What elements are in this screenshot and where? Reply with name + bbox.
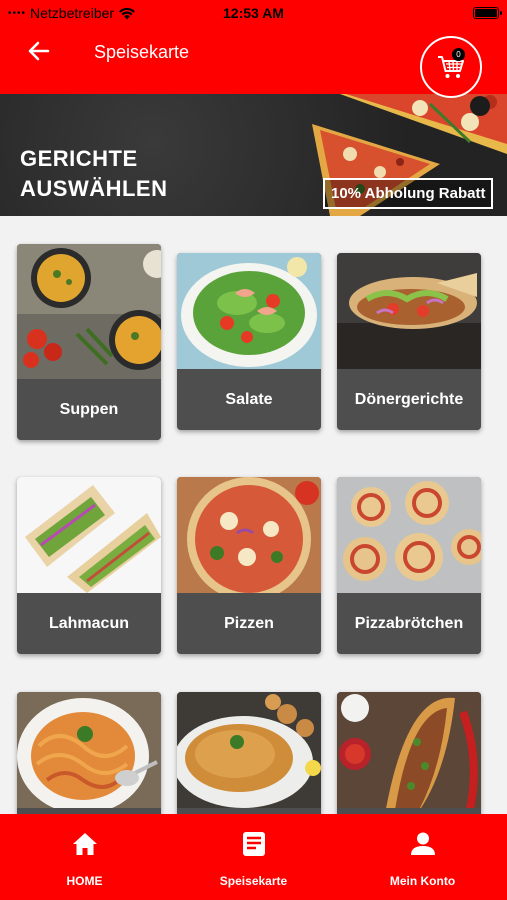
category-label: Lahmacun: [17, 593, 161, 654]
banner-heading: GERICHTE AUSWÄHLEN: [20, 144, 168, 204]
promo-badge: 10% Abholung Rabatt: [323, 178, 494, 209]
home-icon: [72, 830, 98, 858]
schnitzel-image: [177, 692, 321, 814]
page-title: Speisekarte: [94, 42, 190, 62]
user-icon: [410, 830, 436, 858]
category-label: Suppen: [17, 379, 161, 440]
menu-icon: [242, 830, 266, 858]
category-card-pide[interactable]: [337, 692, 481, 814]
category-card-doenergerichte[interactable]: Dönergerichte: [337, 253, 481, 430]
lahmacun-image: [17, 477, 161, 593]
pide-image: [337, 692, 481, 814]
nav-item-mein-konto[interactable]: Mein Konto: [338, 814, 507, 900]
category-card-pasta[interactable]: [17, 692, 161, 814]
status-bar: •••• Netzbetreiber 12:53 AM: [0, 0, 507, 26]
cart-button[interactable]: 0: [420, 36, 482, 98]
category-grid: Suppen Salate Dönergerichte Lahmacun Piz…: [0, 216, 507, 814]
battery-icon: [473, 7, 502, 19]
category-card-suppen[interactable]: Suppen: [17, 244, 161, 440]
salad-image: [177, 253, 321, 369]
nav-label: Speisekarte: [219, 874, 288, 888]
pasta-image: [17, 692, 161, 814]
hero-banner: GERICHTE AUSWÄHLEN 10% Abholung Rabatt: [0, 94, 507, 216]
category-card-lahmacun[interactable]: Lahmacun: [17, 477, 161, 654]
category-label: Dönergerichte: [337, 369, 481, 430]
bottom-navigation: HOME Speisekarte Mein Konto: [0, 814, 507, 900]
pizza-image: [177, 477, 321, 593]
category-label: Salate: [177, 369, 321, 430]
category-card-pizzen[interactable]: Pizzen: [177, 477, 321, 654]
app-bar: Speisekarte 0: [0, 26, 507, 98]
banner-heading-line2: AUSWÄHLEN: [20, 176, 168, 201]
nav-label: Mein Konto: [389, 874, 456, 888]
nav-item-home[interactable]: HOME: [0, 814, 169, 900]
nav-label: HOME: [66, 874, 103, 888]
category-label: Pizzen: [177, 593, 321, 654]
back-button[interactable]: [22, 38, 56, 64]
banner-heading-line1: GERICHTE: [20, 146, 138, 171]
arrow-left-icon: [28, 41, 50, 61]
doener-image: [337, 253, 481, 369]
cart-count-badge: 0: [452, 48, 465, 61]
nav-item-speisekarte[interactable]: Speisekarte: [169, 814, 338, 900]
category-label: Pizzabrötchen: [337, 593, 481, 654]
soup-image: [17, 244, 161, 379]
clock: 12:53 AM: [223, 5, 284, 21]
category-card-schnitzel[interactable]: [177, 692, 321, 814]
category-card-salate[interactable]: Salate: [177, 253, 321, 430]
category-card-pizzabroetchen[interactable]: Pizzabrötchen: [337, 477, 481, 654]
pizza-rolls-image: [337, 477, 481, 593]
